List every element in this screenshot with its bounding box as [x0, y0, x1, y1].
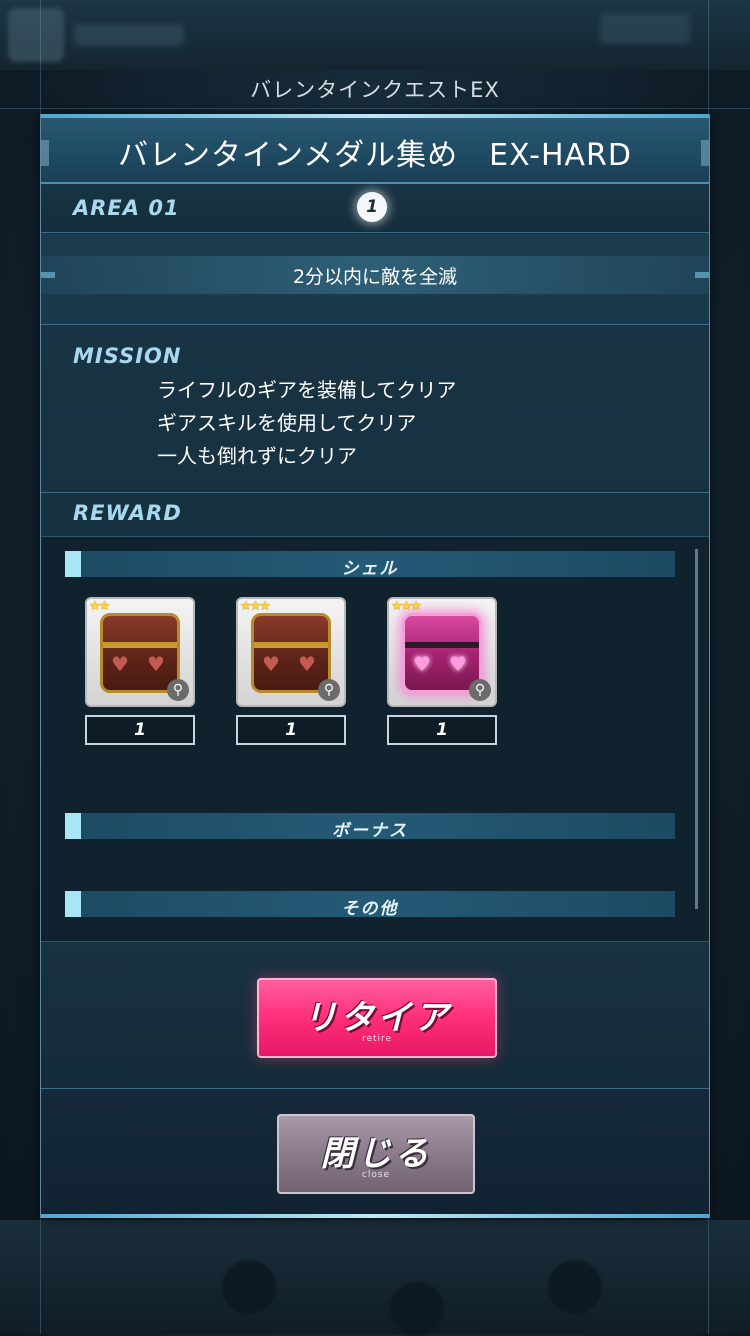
screen-title: バレンタインクエストEX [250, 78, 500, 102]
close-area: 閉じる close [41, 1090, 709, 1214]
retire-button-label: リタイア [303, 998, 451, 1038]
area-number-badge: 1 [357, 192, 387, 222]
reward-category-shell: シェル [65, 551, 675, 579]
background-circle-icon [390, 1282, 444, 1336]
reward-item-frame[interactable]: ♥ ♥ ★★★ ⚲ [387, 597, 497, 707]
chest-band [103, 642, 177, 648]
mission-list: ライフルのギアを装備してクリア ギアスキルを使用してクリア 一人も倒れずにクリア [157, 374, 456, 473]
reward-header: REWARD [41, 494, 709, 534]
heart-chest-icon: ♥ ♥ [251, 613, 331, 693]
heart-icon: ♥ [147, 652, 165, 676]
area-row: AREA 01 1 [41, 184, 709, 233]
reward-quantity: 1 [236, 715, 346, 745]
heart-icon: ♥ [449, 652, 467, 676]
close-button-sublabel: close [361, 1170, 391, 1180]
background-circle-icon [548, 1260, 602, 1314]
heart-icon: ♥ [298, 652, 316, 676]
retire-button-sublabel: retire [361, 1034, 393, 1044]
background-text-blur [74, 24, 184, 46]
chest-band [405, 642, 479, 648]
rarity-stars: ★★★ [240, 599, 271, 614]
heart-icon: ♥ [413, 652, 431, 676]
close-button-label: 閉じる [320, 1134, 432, 1174]
reward-quantity: 1 [85, 715, 195, 745]
reward-quantity: 1 [387, 715, 497, 745]
magnifier-icon[interactable]: ⚲ [167, 679, 189, 701]
mission-item: ギアスキルを使用してクリア [157, 411, 417, 435]
background-button-blur [600, 14, 690, 44]
mission-section: MISSION ライフルのギアを装備してクリア ギアスキルを使用してクリア 一人… [41, 326, 709, 493]
magnifier-icon[interactable]: ⚲ [469, 679, 491, 701]
quest-detail-panel: バレンタインメダル集め EX-HARD AREA 01 1 2分以内に敵を全滅 … [40, 114, 710, 1218]
category-label: その他 [341, 899, 399, 919]
reward-item-frame[interactable]: ♥ ♥ ★★★ ⚲ [236, 597, 346, 707]
reward-item-frame[interactable]: ♥ ♥ ★★ ⚲ [85, 597, 195, 707]
retire-area: リタイア retire [41, 942, 709, 1089]
reward-label: REWARD [73, 501, 182, 525]
reward-category-bonus: ボーナス [65, 813, 675, 841]
heart-icon: ♥ [111, 652, 129, 676]
objective-text: 2分以内に敵を全滅 [292, 266, 458, 288]
panel-bottom-edge [41, 1214, 709, 1218]
rarity-stars: ★★ [89, 599, 110, 614]
quest-header: バレンタインメダル集め EX-HARD [41, 118, 709, 184]
background-circle-icon [222, 1260, 276, 1314]
mission-item: 一人も倒れずにクリア [157, 444, 357, 468]
reward-list[interactable]: シェル ♥ ♥ ★★ ⚲ 1 ♥ ♥ ★★★ ⚲ 1 ♥ ♥ ★★★ ⚲ 1 ボ… [41, 536, 709, 942]
retire-button[interactable]: リタイア retire [257, 978, 497, 1058]
background-footer [0, 1220, 750, 1336]
mission-label: MISSION [73, 344, 182, 368]
rarity-stars: ★★★ [391, 599, 422, 614]
category-label: ボーナス [332, 821, 408, 841]
frame-guide-line [0, 108, 750, 109]
reward-category-other: その他 [65, 891, 675, 919]
mission-item: ライフルのギアを装備してクリア [157, 378, 457, 402]
pink-heart-chest-icon: ♥ ♥ [402, 613, 482, 693]
area-label: AREA 01 [73, 196, 180, 220]
heart-icon: ♥ [262, 652, 280, 676]
quest-title: バレンタインメダル集め EX-HARD [118, 138, 632, 173]
category-label: シェル [341, 559, 399, 579]
close-button[interactable]: 閉じる close [277, 1114, 475, 1194]
background-header [0, 0, 750, 70]
objective-bar: 2分以内に敵を全滅 [41, 234, 709, 325]
chest-band [254, 642, 328, 648]
background-avatar-icon [8, 8, 64, 62]
heart-chest-icon: ♥ ♥ [100, 613, 180, 693]
magnifier-icon[interactable]: ⚲ [318, 679, 340, 701]
reward-scrollbar[interactable] [695, 549, 698, 909]
